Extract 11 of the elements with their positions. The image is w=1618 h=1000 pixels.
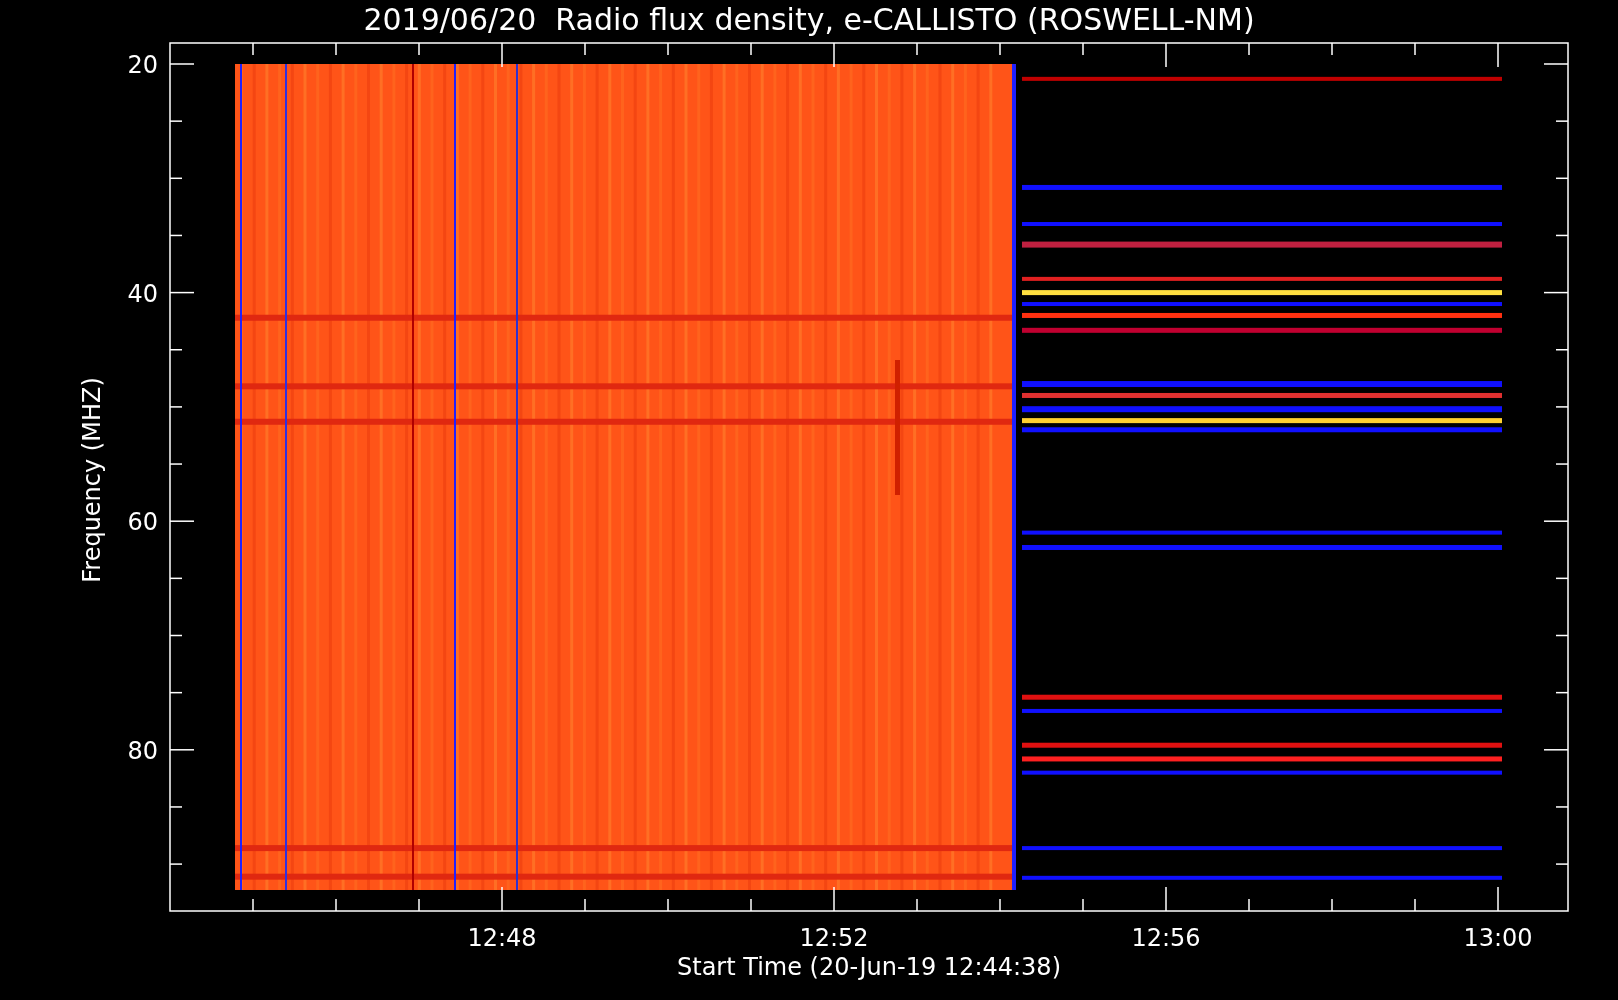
x-tick-label: 12:52 xyxy=(799,924,869,952)
y-axis-label: Frequency (MHZ) xyxy=(78,377,106,583)
y-tick-label: 80 xyxy=(127,736,158,765)
y-tick-label: 20 xyxy=(127,51,158,79)
y-tick-label: 60 xyxy=(127,508,158,537)
y-tick-label: 40 xyxy=(127,279,158,308)
chart-title: 2019/06/20 Radio flux density, e-CALLISTO (ROSWELL-NM) xyxy=(363,2,1255,37)
x-tick-label: 12:56 xyxy=(1131,924,1201,952)
x-tick-label: 13:00 xyxy=(1463,924,1533,952)
x-axis-label: Start Time (20-Jun-19 12:44:38) xyxy=(677,953,1061,981)
x-tick-label: 12:48 xyxy=(467,924,537,952)
